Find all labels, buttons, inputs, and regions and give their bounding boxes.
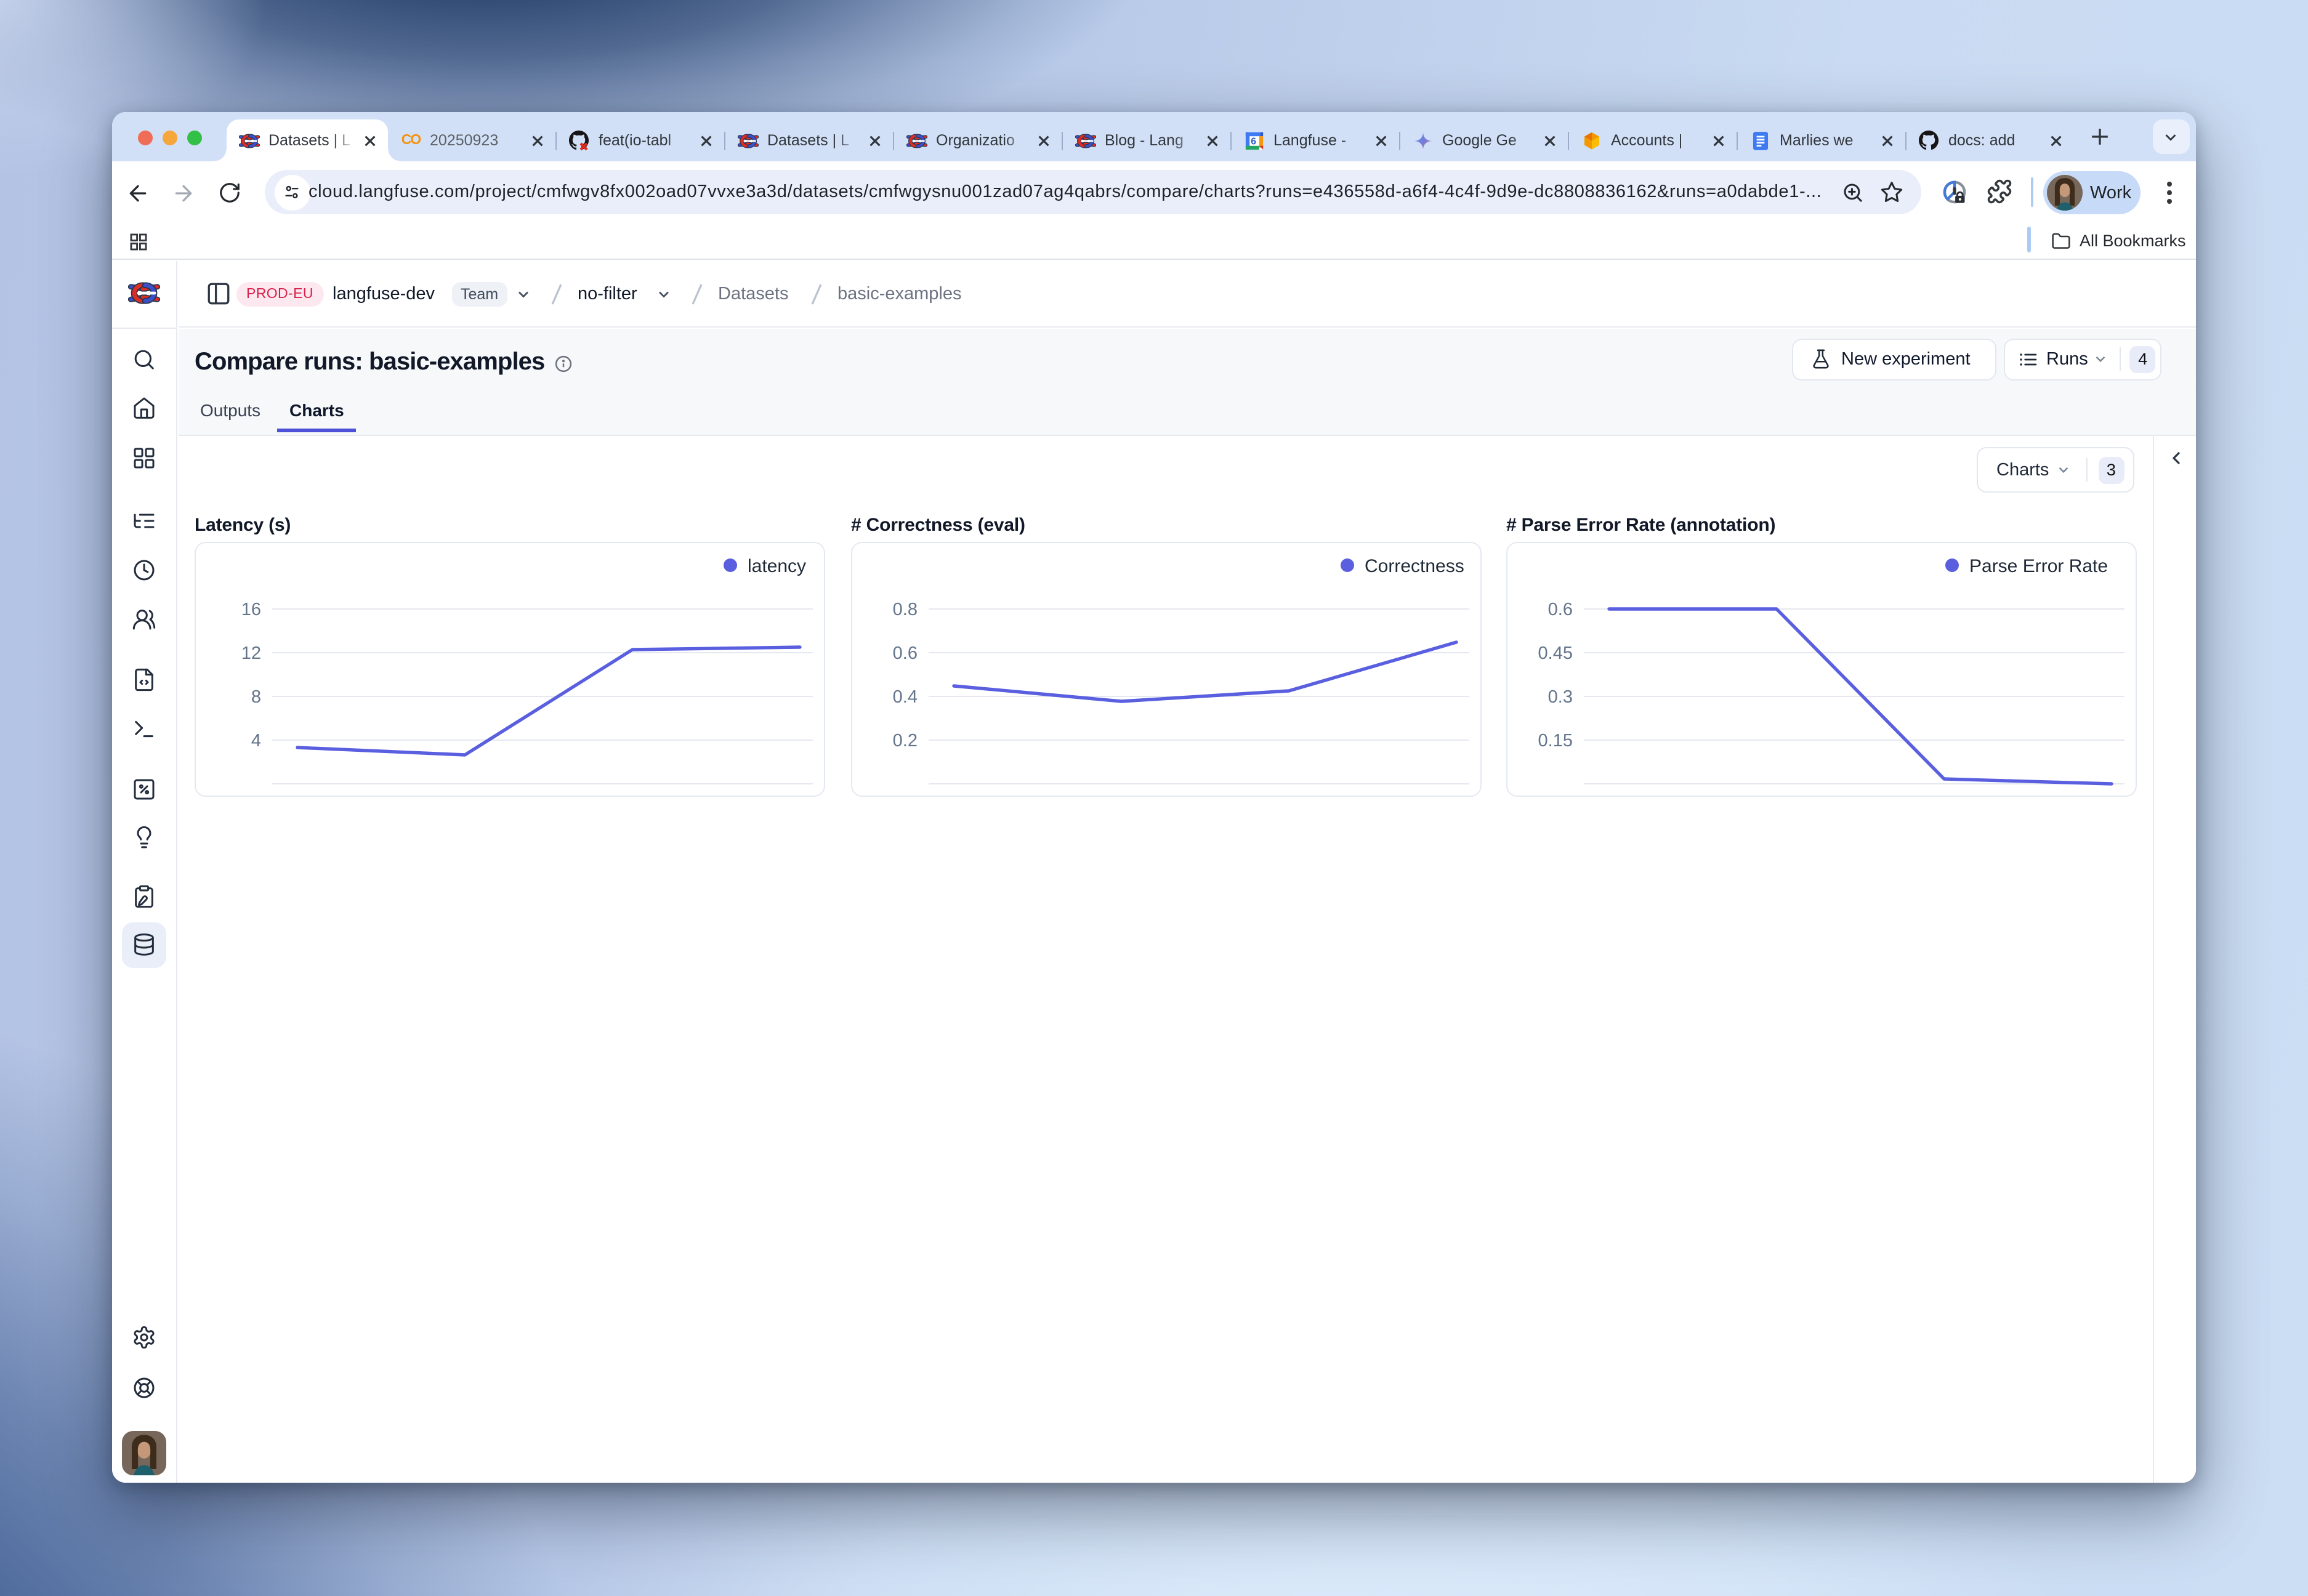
svg-text:Parse Error Rate: Parse Error Rate <box>1969 555 2108 576</box>
svg-text:16: 16 <box>241 599 261 619</box>
svg-text:8: 8 <box>251 687 261 706</box>
svg-text:0.15: 0.15 <box>1538 730 1573 750</box>
svg-text:0.8: 0.8 <box>893 599 918 619</box>
svg-text:0.3: 0.3 <box>1548 687 1573 706</box>
svg-text:0.45: 0.45 <box>1538 643 1573 663</box>
svg-text:0.2: 0.2 <box>893 730 918 750</box>
svg-text:0.4: 0.4 <box>893 687 918 706</box>
svg-text:12: 12 <box>241 643 261 663</box>
svg-text:0.6: 0.6 <box>893 643 918 663</box>
svg-text:0.6: 0.6 <box>1548 599 1573 619</box>
svg-text:latency: latency <box>748 555 806 576</box>
svg-text:6: 6 <box>1251 136 1256 147</box>
svg-text:4: 4 <box>251 730 261 750</box>
svg-text:Correctness: Correctness <box>1365 555 1464 576</box>
